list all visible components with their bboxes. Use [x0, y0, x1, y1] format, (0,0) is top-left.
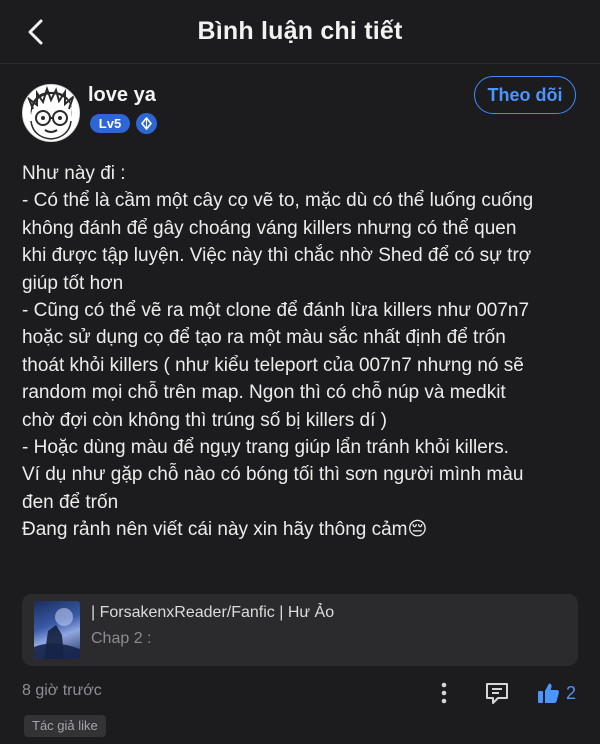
comment-line: thoát khỏi killers ( như kiểu teleport c… — [22, 354, 524, 376]
more-options-button[interactable] — [434, 678, 454, 708]
follow-button[interactable]: Theo dõi — [474, 76, 576, 114]
comment-detail-screen: Bình luận chi tiết love ya Lv5 Theo dõi … — [0, 0, 600, 744]
comment-line: Như này đi : — [22, 163, 126, 184]
reply-button[interactable] — [484, 680, 510, 706]
header-divider — [0, 63, 600, 64]
comment-icon — [486, 683, 508, 704]
comment-line: - Có thể là cầm một cây cọ vẽ to, mặc dù… — [22, 190, 534, 212]
diamond-icon — [136, 113, 157, 134]
comment-line: chờ đợi còn không thì trúng số bị killer… — [22, 409, 387, 431]
comment-line: Đang rảnh nên viết cái này xin hãy thông… — [22, 519, 428, 541]
story-cover-thumbnail — [34, 601, 80, 659]
comment-line: - Hoặc dùng màu để ngụy trang giúp lẩn t… — [22, 437, 509, 459]
comment-line: - Cũng có thể vẽ ra một clone để đánh lừ… — [22, 300, 530, 322]
top-bar: Bình luận chi tiết — [0, 0, 600, 64]
author-name[interactable]: love ya — [88, 84, 156, 107]
comment-line: Ví dụ như gặp chỗ nào có bóng tối thì sơ… — [22, 464, 524, 486]
author-liked-tag: Tác giả like — [24, 715, 106, 737]
level-badge: Lv5 — [90, 114, 130, 133]
story-chapter: Chap 2 : — [91, 630, 152, 647]
comment-timestamp: 8 giờ trước — [22, 682, 102, 699]
story-link-card[interactable]: | ForsakenxReader/Fanfic | Hư Ảo Chap 2 … — [22, 594, 578, 666]
page-title: Bình luận chi tiết — [197, 17, 403, 45]
more-vertical-icon — [441, 682, 447, 704]
story-title: | ForsakenxReader/Fanfic | Hư Ảo — [91, 604, 335, 621]
comment-line: hoặc sử dụng cọ để tạo ra một màu sắc nh… — [22, 327, 506, 349]
comment-line: random mọi chỗ trên map. Ngon thì có chỗ… — [22, 382, 506, 404]
avatar-drawing — [23, 85, 79, 141]
comment-text: Như này đi : - Có thể là cầm một cây cọ … — [22, 160, 582, 544]
thumbs-up-icon — [538, 683, 559, 703]
comment-line: đen để trốn — [22, 491, 119, 513]
like-button[interactable]: 2 — [536, 678, 582, 708]
like-count: 2 — [566, 682, 577, 703]
avatar[interactable] — [22, 84, 80, 142]
comment-line: khi được tập luyện. Việc này thì chắc nh… — [22, 245, 532, 267]
comment-line: giúp tốt hơn — [22, 272, 124, 294]
comment-line: không đánh để gây choáng váng killers nh… — [22, 217, 517, 239]
